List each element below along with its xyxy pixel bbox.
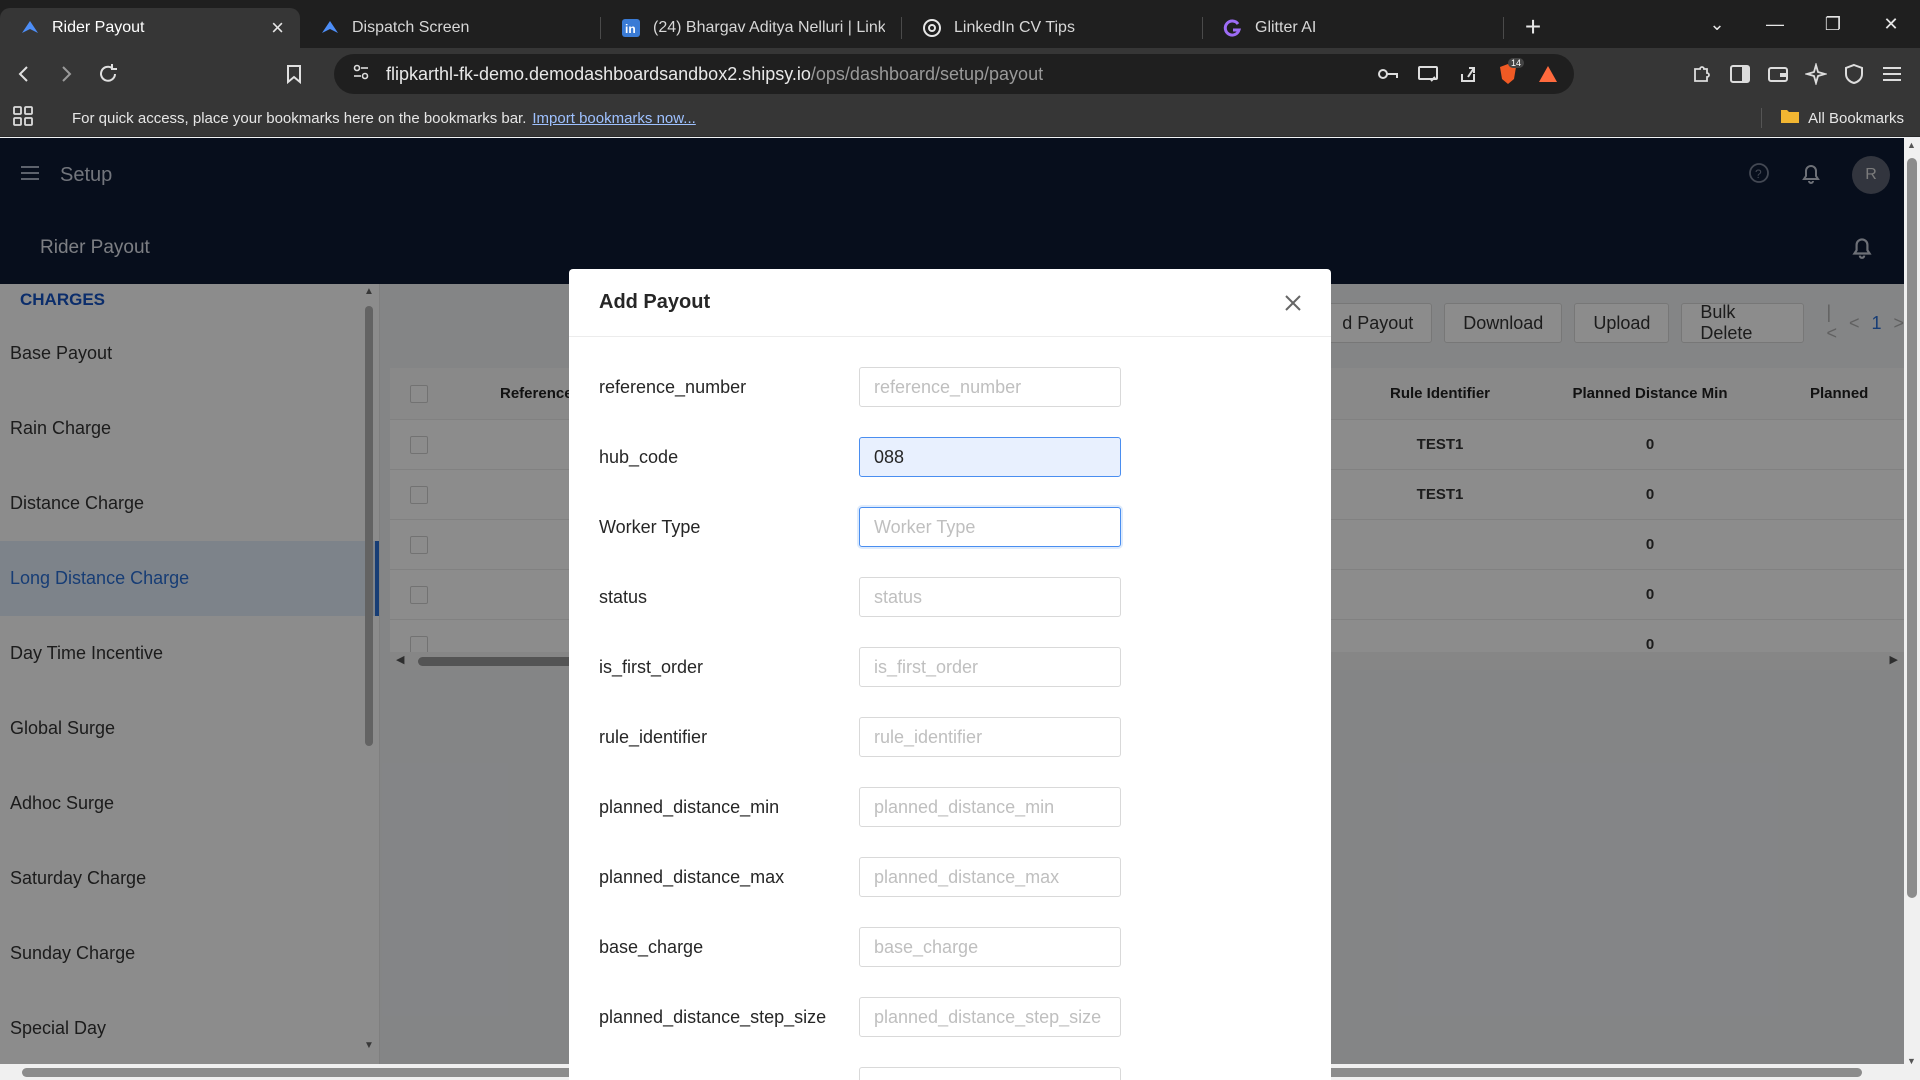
base-charge-input[interactable]	[859, 927, 1121, 967]
bookmarks-bar: For quick access, place your bookmarks h…	[0, 100, 1920, 137]
reference-number-input[interactable]	[859, 367, 1121, 407]
scroll-thumb[interactable]	[1907, 158, 1917, 898]
apps-grid-icon[interactable]	[12, 105, 36, 131]
toolbar-right	[1690, 48, 1904, 100]
address-bar-actions: 14	[1376, 54, 1560, 94]
planned-distance-step-size-input[interactable]	[859, 997, 1121, 1037]
field-label: planned_distance_min	[599, 796, 780, 817]
shipsy-icon	[320, 18, 340, 38]
tab-title: Dispatch Screen	[352, 19, 470, 36]
cast-icon[interactable]	[1416, 62, 1440, 86]
brave-badge: 14	[1508, 58, 1525, 68]
url-path: /ops/dashboard/setup/payout	[810, 63, 1044, 84]
extensions-icon[interactable]	[1690, 62, 1714, 86]
divider	[1761, 108, 1763, 128]
is-first-order-input[interactable]	[859, 647, 1121, 687]
field-label: planned_distance_max	[599, 866, 785, 887]
next-field-input[interactable]	[859, 1067, 1121, 1080]
reload-icon[interactable]	[90, 56, 126, 92]
browser-toolbar: flipkarthl-fk-demo.demodashboardsandbox2…	[0, 48, 1920, 100]
tab-glitter-ai[interactable]: Glitter AI	[1203, 8, 1503, 48]
form-row-reference-number: reference_number	[599, 367, 1121, 407]
browser-menu-icon[interactable]	[1880, 62, 1904, 86]
tab-title: Rider Payout	[52, 19, 145, 36]
back-icon[interactable]	[6, 56, 42, 92]
url-host: flipkarthl-fk-demo.demodashboardsandbox2…	[386, 63, 811, 84]
field-label: reference_number	[599, 376, 747, 397]
url-text: flipkarthl-fk-demo.demodashboardsandbox2…	[386, 64, 1043, 85]
scroll-up-icon[interactable]: ▲	[1907, 140, 1916, 150]
chatgpt-icon	[922, 18, 942, 38]
svg-text:in: in	[625, 22, 636, 36]
form-row-planned-distance-step-size: planned_distance_step_size	[599, 997, 1121, 1037]
form-row-hub-code: hub_code	[599, 437, 1121, 477]
field-label: hub_code	[599, 446, 679, 467]
share-icon[interactable]	[1456, 62, 1480, 86]
form-row-rule-identifier: rule_identifier	[599, 717, 1121, 757]
add-payout-modal: Add Payout reference_number hub_code Wor…	[569, 269, 1331, 1080]
brave-shield-icon[interactable]: 14	[1496, 58, 1525, 86]
tab-rider-payout[interactable]: Rider Payout ×	[0, 8, 300, 48]
close-icon[interactable]	[1281, 291, 1305, 315]
tab-close-icon[interactable]: ×	[271, 15, 284, 41]
leo-ai-icon[interactable]	[1804, 62, 1828, 86]
field-label: planned_distance_step_size	[599, 1006, 827, 1027]
hub-code-input[interactable]	[859, 437, 1121, 477]
tab-linkedin-cv-tips[interactable]: LinkedIn CV Tips	[902, 8, 1202, 48]
window-controls: ⌄ — ❐ ✕	[1688, 0, 1920, 48]
field-label: Worker Type	[599, 516, 701, 537]
glitter-icon	[1223, 18, 1243, 38]
all-bookmarks-label: All Bookmarks	[1808, 109, 1904, 127]
import-bookmarks-link[interactable]: Import bookmarks now...	[532, 110, 695, 127]
wallet-icon[interactable]	[1766, 62, 1790, 86]
window-close-icon[interactable]: ✕	[1862, 14, 1920, 35]
bookmarks-hint: For quick access, place your bookmarks h…	[72, 109, 527, 127]
rule-identifier-input[interactable]	[859, 717, 1121, 757]
page-vertical-scrollbar[interactable]: ▲ ▼	[1904, 138, 1920, 1068]
tab-title: (24) Bhargav Aditya Nelluri | LinkedIn	[653, 19, 885, 36]
address-bar[interactable]: flipkarthl-fk-demo.demodashboardsandbox2…	[334, 54, 1574, 94]
forward-icon[interactable]	[48, 56, 84, 92]
planned-distance-min-input[interactable]	[859, 787, 1121, 827]
bookmark-icon[interactable]	[276, 56, 312, 92]
field-label: base_charge	[599, 936, 704, 957]
status-input[interactable]	[859, 577, 1121, 617]
form-row-status: status	[599, 577, 1121, 617]
worker-type-input[interactable]	[859, 507, 1121, 547]
all-bookmarks-button[interactable]: All Bookmarks	[1761, 108, 1904, 128]
field-label: status	[599, 586, 648, 607]
tab-title: Glitter AI	[1255, 19, 1317, 36]
sidebar-toggle-icon[interactable]	[1728, 62, 1752, 86]
field-label: rule_identifier	[599, 726, 708, 747]
linkedin-icon: in	[621, 18, 641, 38]
password-key-icon[interactable]	[1376, 62, 1400, 86]
tab-separator	[1503, 17, 1504, 39]
tab-title: LinkedIn CV Tips	[954, 19, 1075, 36]
site-info-icon[interactable]	[352, 63, 370, 86]
form-row-planned-distance-max: planned_distance_max	[599, 857, 1121, 897]
form-row-base-charge: base_charge	[599, 927, 1121, 967]
shipsy-icon	[20, 18, 40, 38]
browser-tabstrip: Rider Payout × Dispatch Screen in (24) B…	[0, 0, 1920, 48]
form-row-next-field	[599, 1067, 1121, 1080]
restore-icon[interactable]: ❐	[1804, 14, 1862, 35]
brave-rewards-icon[interactable]	[1536, 62, 1560, 86]
tab-dispatch-screen[interactable]: Dispatch Screen	[300, 8, 600, 48]
planned-distance-max-input[interactable]	[859, 857, 1121, 897]
form-row-is-first-order: is_first_order	[599, 647, 1121, 687]
form-row-planned-distance-min: planned_distance_min	[599, 787, 1121, 827]
modal-header: Add Payout	[569, 269, 1331, 337]
minimize-icon[interactable]: —	[1746, 14, 1804, 35]
field-label: is_first_order	[599, 656, 704, 677]
new-tab-icon[interactable]: +	[1518, 11, 1548, 43]
tab-linkedin-profile[interactable]: in (24) Bhargav Aditya Nelluri | LinkedI…	[601, 8, 901, 48]
modal-title: Add Payout	[599, 291, 711, 313]
tab-search-icon[interactable]: ⌄	[1688, 14, 1746, 35]
vpn-icon[interactable]	[1842, 62, 1866, 86]
folder-icon	[1780, 108, 1800, 128]
form-row-worker-type: Worker Type	[599, 507, 1121, 547]
